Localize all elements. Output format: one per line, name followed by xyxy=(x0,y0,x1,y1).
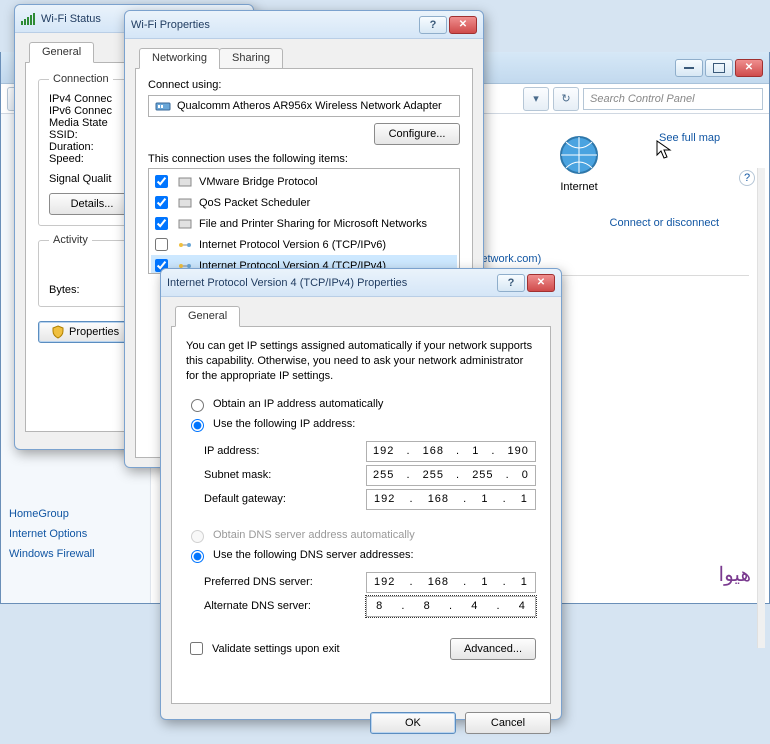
item-check[interactable] xyxy=(155,196,168,209)
radio-manual-ip-label: Use the following IP address: xyxy=(213,418,355,430)
radio-manual-dns-label: Use the following DNS server addresses: xyxy=(213,549,414,561)
help-button[interactable]: ? xyxy=(419,16,447,34)
alternate-dns-field[interactable]: 8844 xyxy=(366,596,536,617)
close-button[interactable] xyxy=(449,16,477,34)
radio-auto-ip-label: Obtain an IP address automatically xyxy=(213,398,383,410)
tab-sharing[interactable]: Sharing xyxy=(219,48,283,69)
group-activity-legend: Activity xyxy=(49,234,92,246)
ip-address-label: IP address: xyxy=(204,445,259,457)
sidebar-internet-options[interactable]: Internet Options xyxy=(9,524,142,544)
maximize-button[interactable] xyxy=(705,59,733,77)
adapter-field: Qualcomm Atheros AR956x Wireless Network… xyxy=(148,95,460,117)
alternate-dns-label: Alternate DNS server: xyxy=(204,600,311,612)
wifi-signal-icon xyxy=(21,12,35,26)
radio-auto-dns xyxy=(191,530,204,543)
validate-checkbox[interactable] xyxy=(190,642,203,655)
internet-globe-icon xyxy=(556,132,602,178)
preferred-dns-field[interactable]: 19216811 xyxy=(366,572,536,593)
connect-disconnect-link[interactable]: Connect or disconnect xyxy=(610,217,719,229)
item-check[interactable] xyxy=(155,175,168,188)
history-button[interactable]: ▾ xyxy=(523,87,549,111)
default-gateway-field[interactable]: 19216811 xyxy=(366,489,536,510)
components-list[interactable]: VMware Bridge Protocol QoS Packet Schedu… xyxy=(148,168,460,274)
item-check[interactable] xyxy=(155,217,168,230)
radio-auto-ip[interactable] xyxy=(191,399,204,412)
window-title: Internet Protocol Version 4 (TCP/IPv4) P… xyxy=(167,277,497,289)
close-button[interactable] xyxy=(735,59,763,77)
protocol-icon xyxy=(177,237,193,253)
scrollbar[interactable] xyxy=(757,168,765,603)
configure-button[interactable]: Configure... xyxy=(374,123,460,145)
internet-label: Internet xyxy=(539,181,619,193)
validate-label: Validate settings upon exit xyxy=(212,643,340,655)
ok-button[interactable]: OK xyxy=(370,712,456,734)
details-button[interactable]: Details... xyxy=(49,193,135,215)
window-title: Wi-Fi Properties xyxy=(131,19,419,31)
uses-items-label: This connection uses the following items… xyxy=(148,153,460,165)
radio-manual-dns[interactable] xyxy=(191,550,204,563)
connect-using-label: Connect using: xyxy=(148,79,460,91)
ipv4-properties-window: Internet Protocol Version 4 (TCP/IPv4) P… xyxy=(160,268,562,720)
default-gateway-label: Default gateway: xyxy=(204,493,286,505)
radio-auto-dns-label: Obtain DNS server address automatically xyxy=(213,529,415,541)
refresh-button[interactable]: ↻ xyxy=(553,87,579,111)
tab-general[interactable]: General xyxy=(29,42,94,63)
tab-networking[interactable]: Networking xyxy=(139,48,220,69)
service-icon xyxy=(177,174,193,190)
tab-general[interactable]: General xyxy=(175,306,240,327)
preferred-dns-label: Preferred DNS server: xyxy=(204,576,313,588)
minimize-button[interactable] xyxy=(675,59,703,77)
subnet-mask-label: Subnet mask: xyxy=(204,469,271,481)
subnet-mask-field[interactable]: 2552552550 xyxy=(366,465,536,486)
properties-button[interactable]: Properties xyxy=(38,321,132,343)
sidebar-homegroup[interactable]: HomeGroup xyxy=(9,504,142,524)
adapter-icon xyxy=(155,98,171,114)
close-button[interactable] xyxy=(527,274,555,292)
group-connection-legend: Connection xyxy=(49,73,113,85)
ip-address-field[interactable]: 1921681190 xyxy=(366,441,536,462)
intro-text: You can get IP settings assigned automat… xyxy=(186,339,536,384)
properties-button-label: Properties xyxy=(69,326,119,338)
service-icon xyxy=(177,216,193,232)
help-icon[interactable]: ? xyxy=(739,170,755,186)
radio-manual-ip[interactable] xyxy=(191,419,204,432)
see-full-map-link[interactable]: See full map xyxy=(659,132,720,144)
brand-watermark: هيوا xyxy=(719,562,751,587)
shield-icon xyxy=(51,325,65,339)
item-label: VMware Bridge Protocol xyxy=(199,176,318,188)
item-label: Internet Protocol Version 6 (TCP/IPv6) xyxy=(199,239,386,251)
service-icon xyxy=(177,195,193,211)
item-label: File and Printer Sharing for Microsoft N… xyxy=(199,218,427,230)
search-placeholder: Search Control Panel xyxy=(590,93,695,105)
help-button[interactable]: ? xyxy=(497,274,525,292)
sidebar-windows-firewall[interactable]: Windows Firewall xyxy=(9,544,142,564)
search-input[interactable]: Search Control Panel xyxy=(583,88,763,110)
adapter-name: Qualcomm Atheros AR956x Wireless Network… xyxy=(177,100,442,112)
item-check[interactable] xyxy=(155,238,168,251)
item-label: QoS Packet Scheduler xyxy=(199,197,310,209)
cancel-button[interactable]: Cancel xyxy=(465,712,551,734)
advanced-button[interactable]: Advanced... xyxy=(450,638,536,660)
